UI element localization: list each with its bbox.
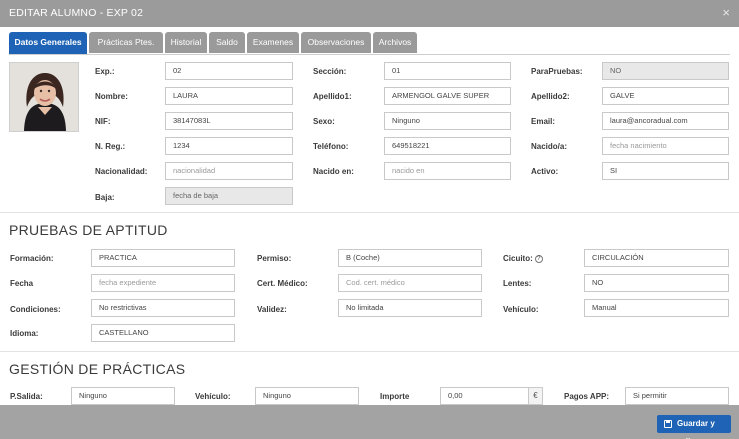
save-and-exit-button[interactable]: Guardar y salir (657, 415, 731, 439)
email-label: Email: (531, 117, 556, 126)
vehiculo-select[interactable]: Manual (584, 299, 729, 317)
psalida-select[interactable]: Ninguno (71, 387, 175, 405)
exp-label: Exp.: (95, 67, 115, 76)
nombre-field[interactable]: LAURA (165, 87, 293, 105)
seccion-field[interactable]: 01 (384, 62, 511, 80)
circuito-select[interactable]: CIRCULACIÓN (584, 249, 729, 267)
save-icon (664, 420, 672, 428)
importe-field[interactable]: 0,00 (440, 387, 529, 405)
condiciones-select[interactable]: No restrictivas (91, 299, 235, 317)
permiso-label: Permiso: (257, 254, 292, 263)
lentes-select[interactable]: NO (584, 274, 729, 292)
student-photo-image (10, 63, 78, 131)
gestion-practicas-title: GESTIÓN DE PRÁCTICAS (9, 361, 186, 377)
tab-archivos[interactable]: Archivos (373, 32, 417, 53)
practicas-vehiculo-label: Vehículo: (195, 392, 231, 401)
nacido-label: Nacido/a: (531, 142, 568, 151)
vehiculo-label: Vehículo: (503, 305, 539, 314)
activo-select[interactable]: SI (602, 162, 729, 180)
close-icon[interactable]: × (722, 5, 730, 20)
section-divider-2 (0, 351, 739, 352)
circuito-label: Cicuito:? (503, 254, 543, 263)
nacidoen-label: Nacido en: (313, 167, 354, 176)
importe-label: Importe (380, 392, 410, 401)
nacidoen-field[interactable]: nacido en (384, 162, 511, 180)
tab-saldo[interactable]: Saldo (209, 32, 245, 53)
pagosapp-select[interactable]: Si permitir (625, 387, 729, 405)
parapruebas-field[interactable]: NO (602, 62, 729, 80)
nacionalidad-label: Nacionalidad: (95, 167, 148, 176)
baja-label: Baja: (95, 193, 115, 202)
nombre-label: Nombre: (95, 92, 128, 101)
validez-select[interactable]: No limitada (338, 299, 482, 317)
idioma-label: Idioma: (10, 329, 39, 338)
practicas-vehiculo-select[interactable]: Ninguno (255, 387, 359, 405)
nif-field[interactable]: 38147083L (165, 112, 293, 130)
exp-field[interactable]: 02 (165, 62, 293, 80)
formacion-select[interactable]: PRACTICA (91, 249, 235, 267)
apellido2-field[interactable]: GALVE (602, 87, 729, 105)
certmedico-label: Cert. Médico: (257, 279, 308, 288)
activo-label: Activo: (531, 167, 559, 176)
sexo-select[interactable]: Ninguno (384, 112, 511, 130)
nacido-field[interactable]: fecha nacimiento (602, 137, 729, 155)
footer-bar (0, 405, 739, 439)
formacion-label: Formación: (10, 254, 54, 263)
apellido1-label: Apellido1: (313, 92, 352, 101)
nacionalidad-field[interactable]: nacionalidad (165, 162, 293, 180)
euro-addon: € (529, 387, 543, 405)
nreg-field[interactable]: 1234 (165, 137, 293, 155)
parapruebas-label: ParaPruebas: (531, 67, 583, 76)
circuito-label-text: Cicuito: (503, 254, 533, 263)
apellido1-field[interactable]: ARMENGOL GALVE SUPER (384, 87, 511, 105)
lentes-label: Lentes: (503, 279, 532, 288)
save-and-exit-label: Guardar y salir (677, 419, 715, 439)
student-photo[interactable] (9, 62, 79, 132)
baja-field[interactable]: fecha de baja (165, 187, 293, 205)
nreg-label: N. Reg.: (95, 142, 126, 151)
fecha-label: Fecha (10, 279, 34, 288)
tab-examenes[interactable]: Examenes (247, 32, 299, 53)
tab-datos-generales[interactable]: Datos Generales (9, 32, 87, 54)
psalida-label: P.Salida: (10, 392, 43, 401)
email-field[interactable]: laura@ancoradual.com (602, 112, 729, 130)
sexo-label: Sexo: (313, 117, 335, 126)
tab-divider (9, 54, 730, 55)
condiciones-label: Condiciones: (10, 305, 61, 314)
telefono-label: Teléfono: (313, 142, 349, 151)
tab-observaciones[interactable]: Observaciones (301, 32, 371, 53)
idioma-select[interactable]: CASTELLANO (91, 324, 235, 342)
nif-label: NIF: (95, 117, 111, 126)
seccion-label: Sección: (313, 67, 347, 76)
validez-label: Validez: (257, 305, 287, 314)
tab-practicas-ptes[interactable]: Prácticas Ptes. (89, 32, 163, 53)
pruebas-aptitud-title: PRUEBAS DE APTITUD (9, 222, 168, 238)
apellido2-label: Apellido2: (531, 92, 570, 101)
pagosapp-label: Pagos APP: (564, 392, 610, 401)
section-divider (0, 212, 739, 213)
window-title: EDITAR ALUMNO - EXP 02 (9, 7, 144, 19)
permiso-select[interactable]: B (Coche) (338, 249, 482, 267)
info-icon[interactable]: ? (534, 255, 543, 263)
fecha-field[interactable]: fecha expediente (91, 274, 235, 292)
telefono-field[interactable]: 649518221 (384, 137, 511, 155)
certmedico-field[interactable]: Cod. cert. médico (338, 274, 482, 292)
tab-historial[interactable]: Historial (165, 32, 207, 53)
window-titlebar: EDITAR ALUMNO - EXP 02 × (0, 0, 739, 27)
